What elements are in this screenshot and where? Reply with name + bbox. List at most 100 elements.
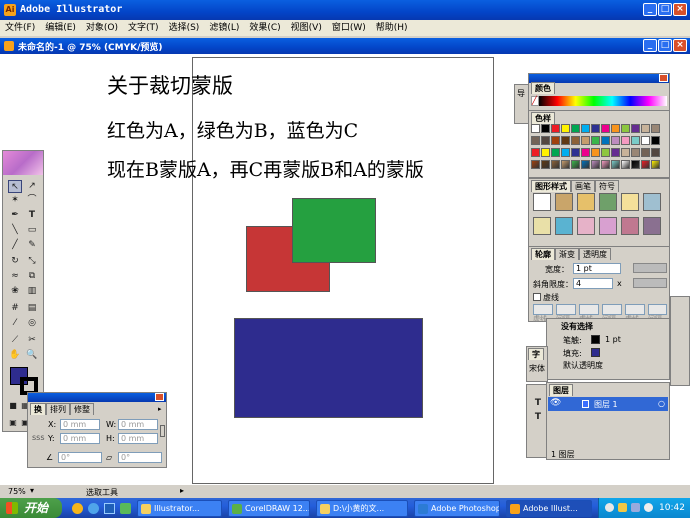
layer-target-icon[interactable]: ○ — [658, 399, 665, 408]
magic-wand-tool-icon[interactable]: ✶ — [8, 194, 22, 207]
shear-angle-field[interactable]: 0° — [118, 452, 162, 463]
menu-effect[interactable]: 效果(C) — [244, 20, 285, 36]
color-spectrum-bar[interactable] — [539, 96, 667, 106]
scissors-tool-icon[interactable]: ✂ — [25, 334, 39, 347]
gradient-tool-icon[interactable]: ▤ — [25, 302, 39, 315]
free-transform-tool-icon[interactable]: ⧉ — [25, 270, 39, 283]
color-swatch[interactable] — [551, 136, 560, 145]
tab-transform[interactable]: 换 — [30, 403, 46, 415]
graphic-style-swatch[interactable] — [577, 217, 595, 235]
taskbar-item-photoshop[interactable]: Adobe Photoshop — [414, 500, 500, 517]
tab-pathfinder[interactable]: 修整 — [70, 403, 94, 415]
canvas-text-line2[interactable]: 红色为A，绿色为B，蓝色为C — [107, 116, 358, 143]
direct-selection-tool-icon[interactable]: ↗ — [25, 180, 39, 193]
rotate-angle-field[interactable]: 0° — [58, 452, 102, 463]
color-swatch[interactable] — [651, 148, 660, 157]
color-swatch[interactable] — [561, 160, 570, 169]
tab-character[interactable]: 字 — [528, 348, 544, 360]
rotate-tool-icon[interactable]: ↻ — [8, 255, 22, 268]
color-swatch[interactable] — [651, 136, 660, 145]
cap-style-icons[interactable] — [633, 263, 667, 273]
tab-stroke[interactable]: 轮廓 — [531, 248, 555, 260]
type-area-icon[interactable]: T — [531, 397, 545, 410]
taskbar-item-illustrator[interactable]: Adobe Illust... — [506, 500, 592, 517]
menu-file[interactable]: 文件(F) — [0, 20, 40, 36]
color-swatch[interactable] — [571, 136, 580, 145]
menu-help[interactable]: 帮助(H) — [371, 20, 413, 36]
constrain-proportions-icon[interactable] — [160, 425, 165, 437]
taskbar-item-coreldraw[interactable]: CorelDRAW 12... — [228, 500, 310, 517]
x-field[interactable]: 0 mm — [60, 419, 100, 430]
blend-tool-icon[interactable]: ◎ — [25, 317, 39, 330]
graphic-style-swatch[interactable] — [643, 193, 661, 211]
color-swatch[interactable] — [631, 148, 640, 157]
tab-graphic-styles[interactable]: 图形样式 — [531, 180, 571, 192]
zoom-dropdown-icon[interactable]: ▾ — [30, 486, 34, 495]
green-rectangle-b[interactable] — [292, 198, 376, 263]
color-swatch[interactable] — [541, 148, 550, 157]
color-swatch[interactable] — [601, 160, 610, 169]
tray-icon-3[interactable] — [631, 503, 640, 512]
color-swatch[interactable] — [531, 136, 540, 145]
lasso-tool-icon[interactable]: ⌒ — [25, 194, 39, 207]
paintbrush-tool-icon[interactable]: ╱ — [8, 239, 22, 252]
graphic-style-swatch[interactable] — [621, 193, 639, 211]
pencil-tool-icon[interactable]: ✎ — [25, 239, 39, 252]
color-panel-close-icon[interactable] — [659, 74, 668, 82]
eyedropper-tool-icon[interactable]: ⁄ — [8, 317, 22, 330]
taskbar-item-illustrator-folder[interactable]: Illustrator... — [137, 500, 222, 517]
visibility-eye-icon[interactable]: 👁 — [550, 398, 561, 408]
graph-tool-icon[interactable]: ▥ — [25, 285, 39, 298]
color-swatch[interactable] — [591, 148, 600, 157]
tab-transparency[interactable]: 透明度 — [579, 248, 611, 260]
color-swatch[interactable] — [641, 136, 650, 145]
zoom-level[interactable]: 75% — [8, 487, 26, 496]
color-swatch[interactable] — [631, 160, 640, 169]
menu-object[interactable]: 对象(O) — [81, 20, 123, 36]
color-swatch[interactable] — [551, 160, 560, 169]
color-swatch[interactable] — [531, 160, 540, 169]
rectangle-tool-icon[interactable]: ▭ — [25, 224, 39, 237]
color-swatch[interactable] — [541, 160, 550, 169]
taskbar-item-explorer[interactable]: D:\小黄的文... — [316, 500, 408, 517]
graphic-style-swatch[interactable] — [621, 217, 639, 235]
h-field[interactable]: 0 mm — [118, 433, 158, 444]
color-swatch[interactable] — [651, 160, 660, 169]
tool-menu-icon[interactable]: ▸ — [180, 486, 184, 495]
mesh-tool-icon[interactable]: # — [8, 302, 22, 315]
tab-swatches[interactable]: 色样 — [531, 112, 555, 124]
menu-type[interactable]: 文字(T) — [123, 20, 164, 36]
hand-tool-icon[interactable]: ✋ — [8, 349, 22, 362]
transform-panel-menu-icon[interactable]: ▸ — [158, 405, 162, 413]
tab-gradient[interactable]: 渐变 — [555, 248, 579, 260]
tab-symbols[interactable]: 符号 — [595, 180, 619, 192]
color-swatch[interactable] — [651, 124, 660, 133]
quicklaunch-icon-4[interactable] — [120, 503, 131, 514]
w-field[interactable]: 0 mm — [118, 419, 158, 430]
none-color-icon[interactable]: ╱ — [531, 96, 539, 106]
color-swatch[interactable] — [601, 136, 610, 145]
color-swatch[interactable] — [541, 136, 550, 145]
graphic-style-swatch[interactable] — [599, 217, 617, 235]
color-swatch[interactable] — [581, 160, 590, 169]
minimize-button[interactable]: _ — [643, 3, 657, 16]
slice-tool-icon[interactable]: ⟋ — [8, 334, 22, 347]
dashed-line-checkbox[interactable] — [533, 293, 541, 301]
close-button[interactable]: × — [673, 3, 687, 16]
graphic-style-swatch[interactable] — [643, 217, 661, 235]
start-button[interactable]: 开始 — [0, 498, 62, 518]
color-swatch[interactable] — [631, 124, 640, 133]
quicklaunch-icon-1[interactable] — [72, 503, 83, 514]
doc-minimize-button[interactable]: _ — [643, 39, 657, 52]
selection-tool-icon[interactable]: ↖ — [8, 180, 22, 193]
color-swatch[interactable] — [611, 148, 620, 157]
canvas-text-line1[interactable]: 关于裁切蒙版 — [107, 70, 233, 100]
color-swatch[interactable] — [581, 148, 590, 157]
zoom-tool-icon[interactable]: 🔍 — [25, 349, 39, 362]
color-swatch[interactable] — [561, 124, 570, 133]
menu-select[interactable]: 选择(S) — [164, 20, 205, 36]
y-field[interactable]: 0 mm — [60, 433, 100, 444]
tray-icon-1[interactable] — [605, 503, 614, 512]
menu-window[interactable]: 窗口(W) — [327, 20, 371, 36]
tab-align[interactable]: 排列 — [46, 403, 70, 415]
